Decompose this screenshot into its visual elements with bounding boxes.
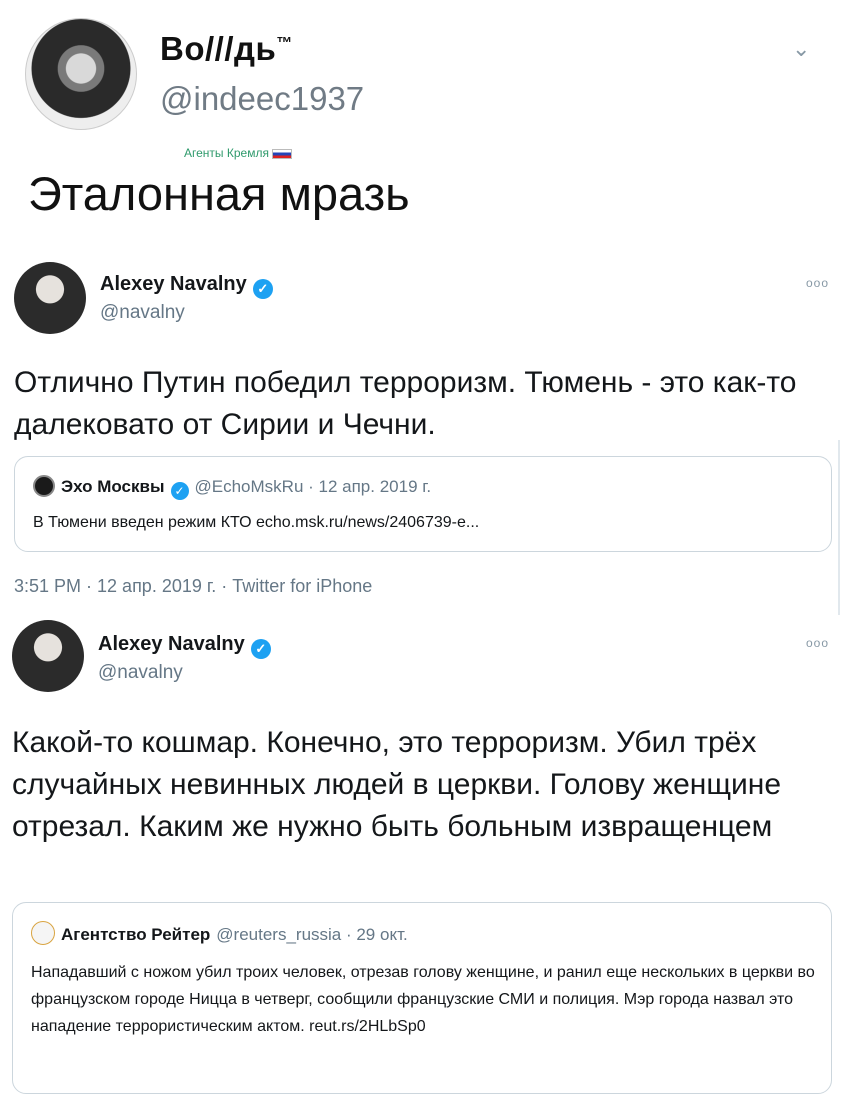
tweet-timestamp[interactable]: 3:51 PM · 12 апр. 2019 г. · Twitter for … bbox=[14, 576, 372, 597]
quoted-meta: @reuters_russia · 29 окт. bbox=[216, 925, 408, 944]
profile-handle[interactable]: @indeec1937 bbox=[160, 80, 364, 118]
quoted-author: Эхо Москвы bbox=[61, 477, 165, 496]
quoted-tweet-header: Агентство Рейтер @reuters_russia · 29 окт… bbox=[31, 921, 408, 945]
tweet-handle[interactable]: @navalny bbox=[100, 302, 185, 324]
tweet-author-name: Alexey Navalny bbox=[100, 273, 247, 295]
post-subtitle: Агенты Кремля bbox=[184, 146, 292, 160]
reuters-logo-icon bbox=[31, 921, 55, 945]
quoted-meta: @EchoMskRu · 12 апр. 2019 г. bbox=[194, 477, 432, 496]
scrollbar[interactable] bbox=[838, 440, 840, 615]
trademark: ™ bbox=[276, 35, 293, 52]
more-options-icon[interactable]: ooo bbox=[806, 276, 829, 290]
quoted-text: Нападавший с ножом убил троих человек, о… bbox=[31, 964, 815, 1035]
tweet-author[interactable]: Alexey Navalny ✓ bbox=[100, 273, 273, 299]
profile-name-text: Во///дь bbox=[160, 30, 277, 67]
chevron-down-icon[interactable]: ⌄ bbox=[792, 36, 810, 62]
tweet-handle[interactable]: @navalny bbox=[98, 662, 183, 684]
tweet-avatar[interactable] bbox=[12, 620, 84, 692]
verified-badge-icon: ✓ bbox=[252, 279, 273, 299]
quoted-tweet-header: Эхо Москвы ✓ @EchoMskRu · 12 апр. 2019 г. bbox=[33, 475, 431, 500]
tweet-author-name: Alexey Navalny bbox=[98, 633, 245, 655]
echo-logo-icon bbox=[33, 475, 55, 497]
quoted-author: Агентство Рейтер bbox=[61, 925, 211, 944]
profile-avatar[interactable] bbox=[25, 18, 137, 130]
profile-name[interactable]: Во///дь™ bbox=[160, 30, 293, 68]
more-options-icon[interactable]: ooo bbox=[806, 636, 829, 650]
quoted-tweet[interactable]: Эхо Москвы ✓ @EchoMskRu · 12 апр. 2019 г. … bbox=[14, 456, 832, 552]
quoted-tweet[interactable]: Агентство Рейтер @reuters_russia · 29 окт… bbox=[12, 902, 832, 1094]
tweet-author[interactable]: Alexey Navalny ✓ bbox=[98, 633, 271, 659]
quoted-text: В Тюмени введен режим КТО echo.msk.ru/ne… bbox=[33, 514, 480, 531]
tweet-text: Какой-то кошмар. Конечно, это терроризм.… bbox=[12, 726, 782, 843]
verified-badge-icon: ✓ bbox=[170, 482, 189, 500]
post-subtitle-text: Агенты Кремля bbox=[184, 146, 269, 160]
post-text: Эталонная мразь bbox=[28, 167, 410, 220]
verified-badge-icon: ✓ bbox=[250, 639, 271, 659]
flag-icon bbox=[271, 148, 292, 159]
tweet-avatar[interactable] bbox=[14, 262, 86, 334]
tweet-text: Отлично Путин победил терроризм. Тюмень … bbox=[14, 366, 797, 441]
